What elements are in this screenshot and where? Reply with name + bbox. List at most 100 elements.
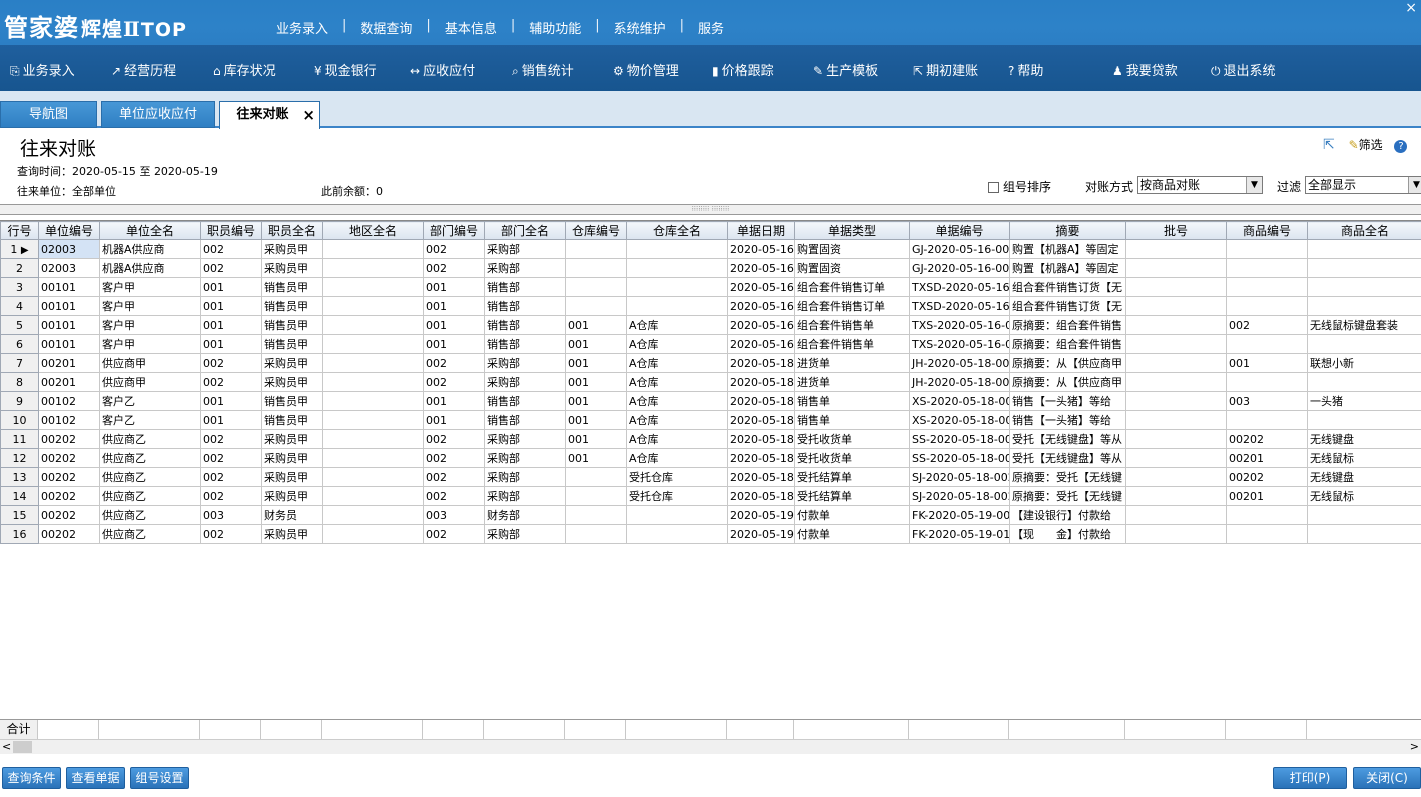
column-header[interactable]: 职员全名 (261, 221, 323, 240)
table-cell[interactable]: 付款单 (794, 524, 910, 544)
table-cell[interactable] (565, 239, 627, 259)
table-cell[interactable]: JH-2020-05-18-001 (909, 372, 1010, 392)
table-cell[interactable]: 002 (200, 429, 262, 449)
table-cell[interactable]: 客户甲 (99, 315, 201, 335)
table-cell[interactable] (565, 486, 627, 506)
table-cell[interactable]: GJ-2020-05-16-001 (909, 258, 1010, 278)
table-cell[interactable]: 进货单 (794, 372, 910, 392)
column-header[interactable]: 摘要 (1009, 221, 1126, 240)
row-number[interactable]: 11 (0, 429, 39, 449)
table-cell[interactable]: 【现 金】付款给 (1009, 524, 1126, 544)
table-cell[interactable]: 采购员甲 (261, 353, 323, 373)
table-cell[interactable] (322, 277, 424, 297)
table-cell[interactable]: 2020-05-16 (727, 315, 795, 335)
table-cell[interactable] (1125, 524, 1227, 544)
table-cell[interactable]: 供应商乙 (99, 448, 201, 468)
row-number[interactable]: 10 (0, 410, 39, 430)
splitter-handle[interactable]: ⁝⁝⁝⁝⁝⁝⁝⁝ ⁝⁝⁝⁝⁝⁝⁝⁝ (0, 204, 1421, 215)
table-cell[interactable] (1125, 353, 1227, 373)
row-number[interactable]: 2 (0, 258, 39, 278)
table-cell[interactable] (322, 353, 424, 373)
table-cell[interactable]: 原摘要：受托【无线键 (1009, 467, 1126, 487)
table-cell[interactable] (565, 277, 627, 297)
toolbar-item[interactable]: ▮ 价格跟踪 (712, 60, 774, 79)
column-header[interactable]: 部门编号 (423, 221, 485, 240)
table-cell[interactable] (626, 239, 728, 259)
table-cell[interactable] (1226, 296, 1308, 316)
scroll-right-icon[interactable]: > (1410, 740, 1419, 753)
table-cell[interactable] (1307, 505, 1421, 525)
table-cell[interactable]: 供应商甲 (99, 372, 201, 392)
table-cell[interactable]: 财务员 (261, 505, 323, 525)
table-cell[interactable]: 2020-05-18 (727, 410, 795, 430)
table-cell[interactable] (1226, 239, 1308, 259)
column-header[interactable]: 部门全名 (484, 221, 566, 240)
table-cell[interactable] (322, 410, 424, 430)
table-cell[interactable] (1226, 372, 1308, 392)
table-cell[interactable] (565, 505, 627, 525)
column-header[interactable]: 单据类型 (794, 221, 910, 240)
table-cell[interactable] (565, 258, 627, 278)
table-cell[interactable]: 001 (423, 391, 485, 411)
row-number[interactable]: 16 (0, 524, 39, 544)
column-header[interactable]: 仓库编号 (565, 221, 627, 240)
table-cell[interactable]: 原摘要：组合套件销售 (1009, 315, 1126, 335)
table-cell[interactable] (1307, 258, 1421, 278)
table-cell[interactable]: 无线鼠标 (1307, 448, 1421, 468)
table-cell[interactable]: 销售员甲 (261, 334, 323, 354)
table-cell[interactable]: 2020-05-19 (727, 505, 795, 525)
row-number[interactable]: 6 (0, 334, 39, 354)
table-cell[interactable]: 001 (423, 315, 485, 335)
table-cell[interactable] (1125, 505, 1227, 525)
table-cell[interactable]: 客户甲 (99, 277, 201, 297)
table-cell[interactable]: 受托收货单 (794, 448, 910, 468)
table-cell[interactable]: 销售员甲 (261, 410, 323, 430)
table-cell[interactable]: A仓库 (626, 372, 728, 392)
table-cell[interactable]: SS-2020-05-18-002 (909, 429, 1010, 449)
table-cell[interactable] (1125, 391, 1227, 411)
group-settings-button[interactable]: 组号设置 (130, 767, 189, 789)
table-cell[interactable]: 001 (565, 410, 627, 430)
table-cell[interactable]: 001 (200, 315, 262, 335)
table-cell[interactable] (1307, 334, 1421, 354)
table-cell[interactable]: 2020-05-18 (727, 448, 795, 468)
table-cell[interactable]: 2020-05-16 (727, 239, 795, 259)
table-cell[interactable]: 组合套件销售单 (794, 334, 910, 354)
table-cell[interactable]: FK-2020-05-19-010 (909, 524, 1010, 544)
tab-close-icon[interactable]: × (302, 102, 315, 128)
column-header[interactable]: 仓库全名 (626, 221, 728, 240)
table-cell[interactable]: 销售【一头猪】等给 (1009, 391, 1126, 411)
table-row[interactable]: 7 00201 供应商甲 002 采购员甲 002 采购部 001 A仓库 2020-05-18 进… (0, 353, 1421, 373)
table-cell[interactable]: 2020-05-18 (727, 353, 795, 373)
table-cell[interactable]: 购置【机器A】等固定 (1009, 258, 1126, 278)
table-cell[interactable]: 002 (200, 524, 262, 544)
table-cell[interactable] (1125, 448, 1227, 468)
table-cell[interactable]: 采购部 (484, 258, 566, 278)
column-header[interactable]: 批号 (1125, 221, 1227, 240)
top-menu-item[interactable]: 服务 (684, 18, 738, 37)
table-cell[interactable]: 2020-05-16 (727, 296, 795, 316)
table-cell[interactable]: 02003 (38, 258, 100, 278)
table-cell[interactable]: 00202 (1226, 429, 1308, 449)
row-number[interactable]: 7 (0, 353, 39, 373)
table-cell[interactable]: 00102 (38, 410, 100, 430)
table-cell[interactable]: 001 (565, 391, 627, 411)
table-cell[interactable]: 销售部 (484, 410, 566, 430)
table-cell[interactable]: SJ-2020-05-18-002 (909, 486, 1010, 506)
table-row[interactable]: 12 00202 供应商乙 002 采购员甲 002 采购部 001 A仓库 2020-05-18… (0, 448, 1421, 468)
table-cell[interactable] (322, 448, 424, 468)
table-cell[interactable]: 003 (423, 505, 485, 525)
table-cell[interactable]: 受托仓库 (626, 467, 728, 487)
table-cell[interactable]: 003 (200, 505, 262, 525)
table-cell[interactable]: 001 (565, 372, 627, 392)
toolbar-item[interactable]: ⌂ 库存状况 (213, 60, 276, 79)
table-cell[interactable] (322, 391, 424, 411)
table-cell[interactable] (1226, 505, 1308, 525)
table-cell[interactable]: 无线鼠标 (1307, 486, 1421, 506)
table-cell[interactable]: TXS-2020-05-16-00 (909, 315, 1010, 335)
table-row[interactable]: 8 00201 供应商甲 002 采购员甲 002 采购部 001 A仓库 2020-05-18 进… (0, 372, 1421, 392)
table-cell[interactable]: 采购部 (484, 486, 566, 506)
table-cell[interactable]: XS-2020-05-18-004 (909, 410, 1010, 430)
table-cell[interactable] (1125, 410, 1227, 430)
table-cell[interactable]: 00202 (38, 486, 100, 506)
